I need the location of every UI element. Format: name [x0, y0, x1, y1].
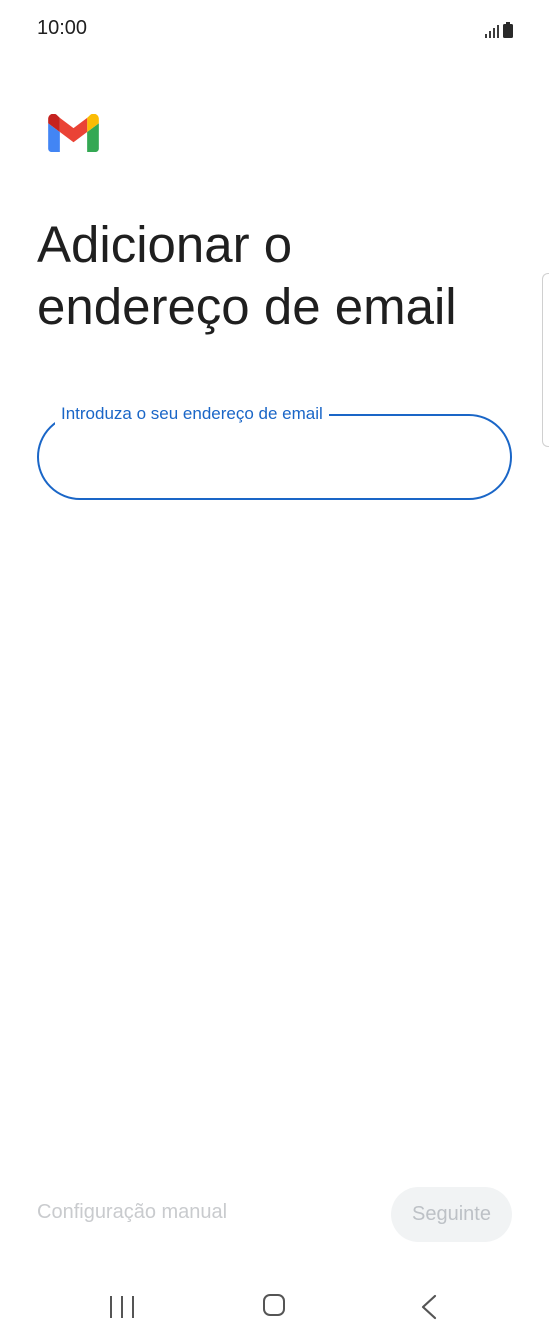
status-time: 10:00 [37, 17, 88, 39]
battery-icon [503, 22, 513, 38]
navigation-bar [0, 1270, 549, 1342]
email-field[interactable]: Introduza o seu endereço de email [37, 403, 512, 500]
back-icon[interactable] [420, 1294, 438, 1320]
page-title-line1: Adicionar o [37, 216, 293, 273]
next-button[interactable]: Seguinte [391, 1187, 512, 1242]
email-field-label: Introduza o seu endereço de email [55, 403, 329, 425]
page-title: Adicionar o endereço de email [37, 214, 517, 338]
signal-icon [485, 24, 499, 38]
status-bar: 10:00 [0, 0, 549, 60]
status-icons [485, 20, 513, 38]
manual-setup-button[interactable]: Configuração manual [37, 1201, 227, 1224]
recents-icon[interactable] [110, 1296, 134, 1318]
page-title-line2: endereço de email [37, 278, 457, 335]
home-icon[interactable] [263, 1294, 285, 1316]
gmail-logo [48, 114, 99, 152]
email-input[interactable] [63, 440, 483, 474]
edge-panel-handle[interactable] [542, 273, 549, 447]
